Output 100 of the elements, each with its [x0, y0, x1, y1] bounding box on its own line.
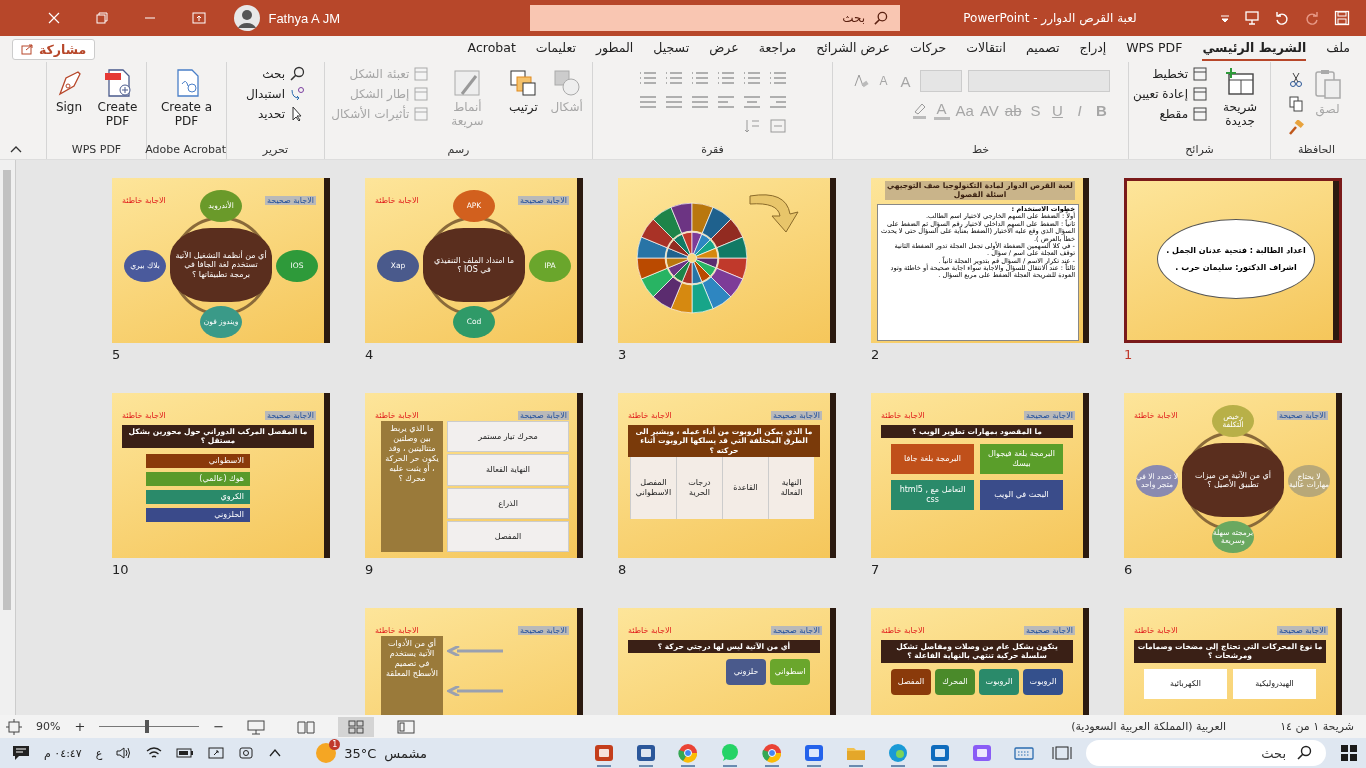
answer-option[interactable]: القاعدة: [722, 457, 768, 520]
text-direction-icon[interactable]: [637, 70, 658, 86]
clear-formatting-icon[interactable]: [851, 72, 870, 90]
answer-option[interactable]: حلزوني: [726, 659, 766, 686]
slide-thumbnail[interactable]: [618, 178, 836, 343]
create-pdf-button[interactable]: Create a PDF: [154, 66, 219, 131]
close-icon[interactable]: [48, 12, 61, 24]
align-left-icon[interactable]: [715, 94, 736, 110]
browser-app-icon[interactable]: [762, 743, 782, 763]
ribbon-tab[interactable]: انتقالات: [966, 37, 1006, 61]
zoom-level[interactable]: 90%: [36, 720, 61, 733]
bullet-list-icon[interactable]: [767, 70, 788, 86]
weather-condition[interactable]: مشمس: [384, 745, 427, 761]
replace-button[interactable]: استبدال: [246, 86, 305, 102]
answer-option[interactable]: الكروي: [146, 489, 250, 504]
paragraph-direction-icon[interactable]: [637, 94, 658, 110]
speaker-icon[interactable]: [116, 746, 133, 760]
wifi-icon[interactable]: [146, 746, 163, 760]
numbered-list-icon[interactable]: [741, 70, 762, 86]
sign-button[interactable]: Sign: [51, 66, 87, 117]
language-indicator[interactable]: العربية (المملكة العربية السعودية): [1071, 720, 1227, 733]
ribbon-tab[interactable]: حركات: [910, 37, 947, 61]
start-icon[interactable]: [1340, 744, 1358, 762]
copy-icon[interactable]: [1287, 96, 1304, 112]
align-center-icon[interactable]: [741, 94, 762, 110]
avatar[interactable]: [234, 5, 261, 31]
answer-option[interactable]: الكهربائية: [1144, 668, 1227, 699]
section-button[interactable]: مقطع: [1133, 106, 1209, 122]
slide-thumbnail[interactable]: الاجابة صحيحة الاجابة خاطئة ما الذي يربط بين وصلتين متتاليتين ، وقد يكون حر الحركة ، أو يثبت عليه محرك ؟ محرك تيار مستمر النهاية الفعالة الذراع المفصل: [365, 393, 583, 558]
answer-option[interactable]: الروبوت: [1023, 668, 1063, 695]
share-button[interactable]: مشاركة: [12, 38, 96, 60]
answer-option[interactable]: الروبوت: [979, 668, 1019, 695]
slide-thumbnail[interactable]: [871, 178, 1089, 343]
presentation-icon[interactable]: [1244, 10, 1260, 26]
slide-thumbnail[interactable]: الاجابة صحيحة الاجابة خاطئة أي من الأدوات الآتية يستخدم في تصميم الأسطح المعلقة: [365, 608, 583, 715]
font-size-field[interactable]: [919, 70, 962, 92]
temperature[interactable]: 35°C: [344, 745, 377, 761]
justify-icon[interactable]: [689, 94, 710, 110]
zoom-in-button[interactable]: +: [74, 719, 86, 734]
answer-option[interactable]: النهاية الفعالة: [768, 457, 814, 520]
answer-option[interactable]: التعامل مع html5 , css: [891, 480, 974, 511]
browser-app-icon[interactable]: [678, 743, 698, 763]
notifications-icon[interactable]: [12, 745, 30, 761]
ribbon-tab[interactable]: تعليمات: [535, 37, 577, 61]
answer-option[interactable]: الهيدروليكية: [1233, 668, 1316, 699]
clock[interactable]: ٠٤:٤٧ م: [44, 746, 82, 760]
camera-icon[interactable]: [238, 745, 255, 761]
answer-option[interactable]: الذراع: [447, 487, 569, 519]
restore-icon[interactable]: [96, 12, 109, 24]
search-field[interactable]: بحث: [1086, 740, 1326, 766]
answer-option[interactable]: المفصل: [891, 668, 931, 695]
ribbon-tab[interactable]: إدراج: [1079, 37, 1107, 61]
fit-to-window-icon[interactable]: [6, 718, 22, 735]
zoom-slider-thumb[interactable]: [145, 720, 150, 733]
answer-option[interactable]: الحلزوني: [146, 507, 250, 522]
slide-sorter-view-icon[interactable]: [338, 716, 375, 737]
arrange-button[interactable]: ترتيب: [505, 66, 542, 117]
answer-option[interactable]: البحث في الويب: [980, 480, 1063, 511]
ribbon-tab[interactable]: تسجيل: [653, 37, 690, 61]
input-language[interactable]: ع: [95, 746, 103, 760]
battery-icon[interactable]: [176, 746, 195, 760]
answer-option[interactable]: النهاية الفعالة: [447, 454, 569, 486]
ribbon-tab[interactable]: مراجعة: [758, 37, 797, 61]
answer-option[interactable]: درجات الحرية: [676, 457, 722, 520]
answer-option[interactable]: البرمجة بلغة جافا: [891, 444, 974, 475]
ribbon-tab[interactable]: Acrobat: [467, 37, 516, 61]
undo-icon[interactable]: [1274, 10, 1290, 26]
new-slide-button[interactable]: شريحة جديدة: [1214, 66, 1266, 131]
answer-option[interactable]: المفصل: [447, 520, 569, 552]
layout-button[interactable]: تخطيط: [1133, 66, 1209, 82]
search-field[interactable]: بحث: [530, 5, 900, 31]
ribbon-tab[interactable]: عرض الشرائح: [816, 37, 891, 61]
task-view-icon[interactable]: [1052, 744, 1072, 762]
user-name[interactable]: Fathya A JM: [268, 10, 340, 26]
ribbon-tab[interactable]: عرض: [709, 37, 739, 61]
save-icon[interactable]: [1334, 10, 1350, 26]
find-button[interactable]: بحث: [246, 66, 305, 82]
slide-thumbnail[interactable]: اعداد الطالبة : فتحية عدنان الجمل . اشراف الدكتور: سليمان حرب .: [1124, 178, 1342, 343]
answer-option[interactable]: الاسطواني: [146, 453, 250, 468]
answer-option[interactable]: المفصل الاسطواني: [630, 457, 676, 520]
line-spacing-icon[interactable]: [663, 70, 684, 86]
align-right-icon[interactable]: [767, 94, 788, 110]
ribbon-tab[interactable]: ملف: [1326, 37, 1350, 61]
redo-icon[interactable]: [1304, 10, 1320, 26]
decrease-indent-icon[interactable]: [715, 70, 736, 86]
reset-button[interactable]: إعادة تعيين: [1133, 86, 1209, 102]
zoom-out-button[interactable]: −: [213, 719, 225, 734]
cut-icon[interactable]: [1287, 72, 1304, 88]
ribbon-display-icon[interactable]: [192, 12, 207, 24]
vertical-scrollbar[interactable]: [0, 160, 16, 715]
ribbon-tab[interactable]: تصميم: [1025, 37, 1060, 61]
increase-indent-icon[interactable]: [689, 70, 710, 86]
collapse-ribbon-icon[interactable]: [10, 145, 22, 153]
ribbon-tab[interactable]: WPS PDF: [1126, 37, 1183, 61]
format-painter-icon[interactable]: [1287, 120, 1304, 136]
browser-app-icon[interactable]: [888, 743, 908, 763]
font-name-field[interactable]: [967, 70, 1110, 92]
create-pdf-button[interactable]: Create PDF: [93, 66, 142, 131]
ribbon-tab[interactable]: المطور: [596, 37, 634, 61]
screen-share-icon[interactable]: [208, 745, 225, 761]
